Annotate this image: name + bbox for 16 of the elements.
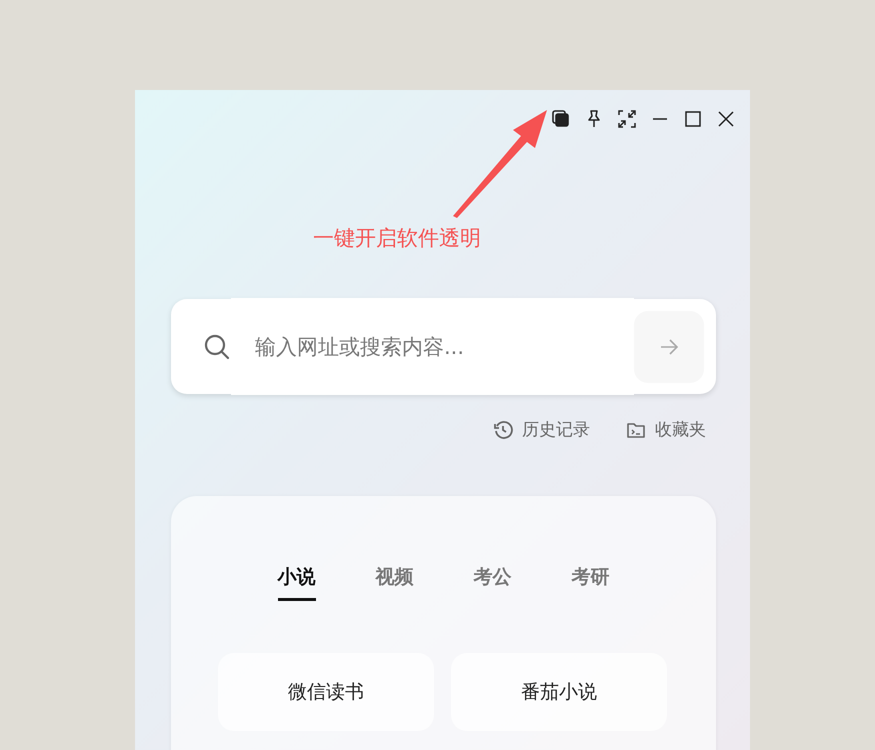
search-icon — [203, 332, 231, 360]
category-tab[interactable]: 视频 — [376, 564, 414, 601]
category-tab[interactable]: 考公 — [474, 564, 512, 601]
collapse-icon[interactable] — [617, 109, 637, 129]
category-tab[interactable]: 小说 — [278, 564, 316, 601]
favorites-link[interactable]: 收藏夹 — [626, 418, 706, 441]
close-icon[interactable] — [716, 109, 736, 129]
category-tab[interactable]: 考研 — [572, 564, 610, 601]
search-field[interactable]: 输入网址或搜索内容... — [171, 299, 716, 394]
maximize-icon[interactable] — [683, 109, 703, 129]
site-button[interactable]: 微信读书 — [218, 653, 434, 731]
transparency-icon[interactable] — [551, 109, 571, 129]
history-link[interactable]: 历史记录 — [493, 418, 590, 441]
clock-icon — [493, 420, 513, 440]
annotation-text: 一键开启软件透明 — [313, 225, 481, 252]
site-button[interactable]: 番茄小说 — [451, 653, 667, 731]
